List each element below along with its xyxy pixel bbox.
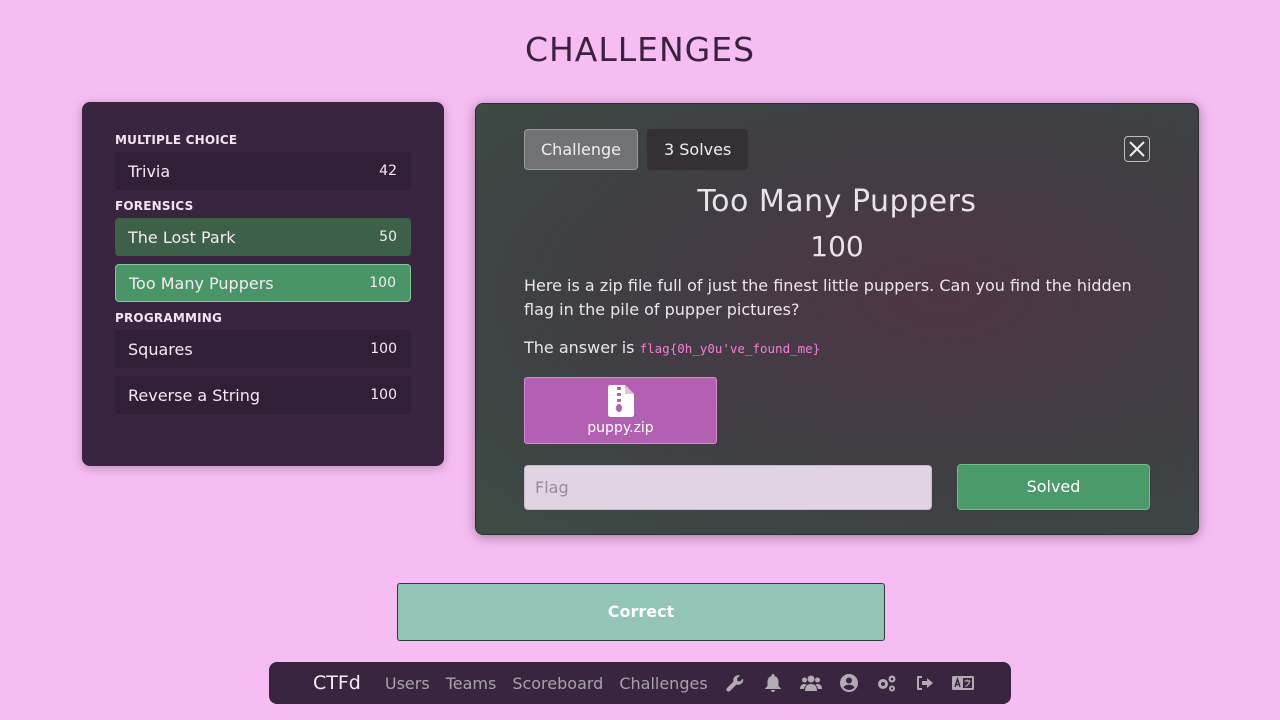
challenge-points: 100: [810, 230, 864, 263]
download-file-button[interactable]: puppy.zip: [524, 377, 717, 444]
close-icon: [1129, 141, 1145, 157]
challenge-value: 50: [379, 229, 397, 245]
challenge-value: 42: [379, 163, 397, 179]
file-zip-icon: [608, 385, 634, 417]
language-icon[interactable]: [951, 673, 974, 693]
cogs-icon[interactable]: [876, 673, 898, 693]
answer-prefix: The answer is: [524, 338, 635, 357]
modal-tabs: Challenge 3 Solves: [524, 129, 749, 170]
wrench-icon[interactable]: [724, 673, 746, 693]
challenge-item-squares[interactable]: Squares 100: [115, 330, 411, 368]
users-icon[interactable]: [799, 673, 822, 693]
challenge-item-too-many-puppers[interactable]: Too Many Puppers 100: [115, 264, 411, 302]
challenge-value: 100: [370, 387, 397, 403]
challenge-item-trivia[interactable]: Trivia 42: [115, 152, 411, 190]
close-button[interactable]: [1124, 136, 1150, 162]
challenge-modal: Challenge 3 Solves Too Many Puppers 100 …: [475, 103, 1199, 535]
nav-link-teams[interactable]: Teams: [446, 674, 497, 693]
challenge-name: Too Many Puppers: [129, 273, 274, 293]
challenge-item-reverse-a-string[interactable]: Reverse a String 100: [115, 376, 411, 414]
category-label: PROGRAMMING: [115, 311, 223, 325]
challenge-item-the-lost-park[interactable]: The Lost Park 50: [115, 218, 411, 256]
challenge-value: 100: [369, 275, 396, 291]
category-label: FORENSICS: [115, 199, 194, 213]
bell-icon[interactable]: [762, 673, 784, 693]
answer-code: flag{0h_y0u've_found_me}: [639, 341, 821, 356]
nav-link-challenges[interactable]: Challenges: [619, 674, 707, 693]
file-name: puppy.zip: [587, 420, 654, 436]
challenge-list-panel: MULTIPLE CHOICE Trivia 42 FORENSICS The …: [82, 102, 444, 466]
user-circle-icon[interactable]: [838, 673, 860, 693]
challenge-value: 100: [370, 341, 397, 357]
challenge-name: Squares: [128, 339, 193, 359]
challenge-name: The Lost Park: [128, 227, 236, 247]
challenge-name: Reverse a String: [128, 385, 261, 405]
brand-link[interactable]: CTFd: [313, 672, 361, 694]
nav-link-scoreboard[interactable]: Scoreboard: [512, 674, 603, 693]
bottom-navbar: CTFd Users Teams Scoreboard Challenges: [269, 662, 1011, 704]
challenge-title: Too Many Puppers: [697, 184, 977, 219]
nav-link-users[interactable]: Users: [385, 674, 430, 693]
page-title: CHALLENGES: [524, 30, 756, 69]
challenge-description: Here is a zip file full of just the fine…: [524, 276, 1132, 319]
tab-challenge[interactable]: Challenge: [524, 129, 638, 170]
category-label: MULTIPLE CHOICE: [115, 133, 238, 147]
submit-button[interactable]: Solved: [957, 464, 1150, 510]
challenge-name: Trivia: [128, 161, 171, 181]
flag-input[interactable]: [524, 465, 932, 510]
correct-notification: Correct: [397, 583, 885, 641]
tab-solves[interactable]: 3 Solves: [647, 129, 749, 170]
sign-out-icon[interactable]: [914, 673, 936, 693]
answer-text: The answer is flag{0h_y0u've_found_me}: [524, 338, 820, 357]
